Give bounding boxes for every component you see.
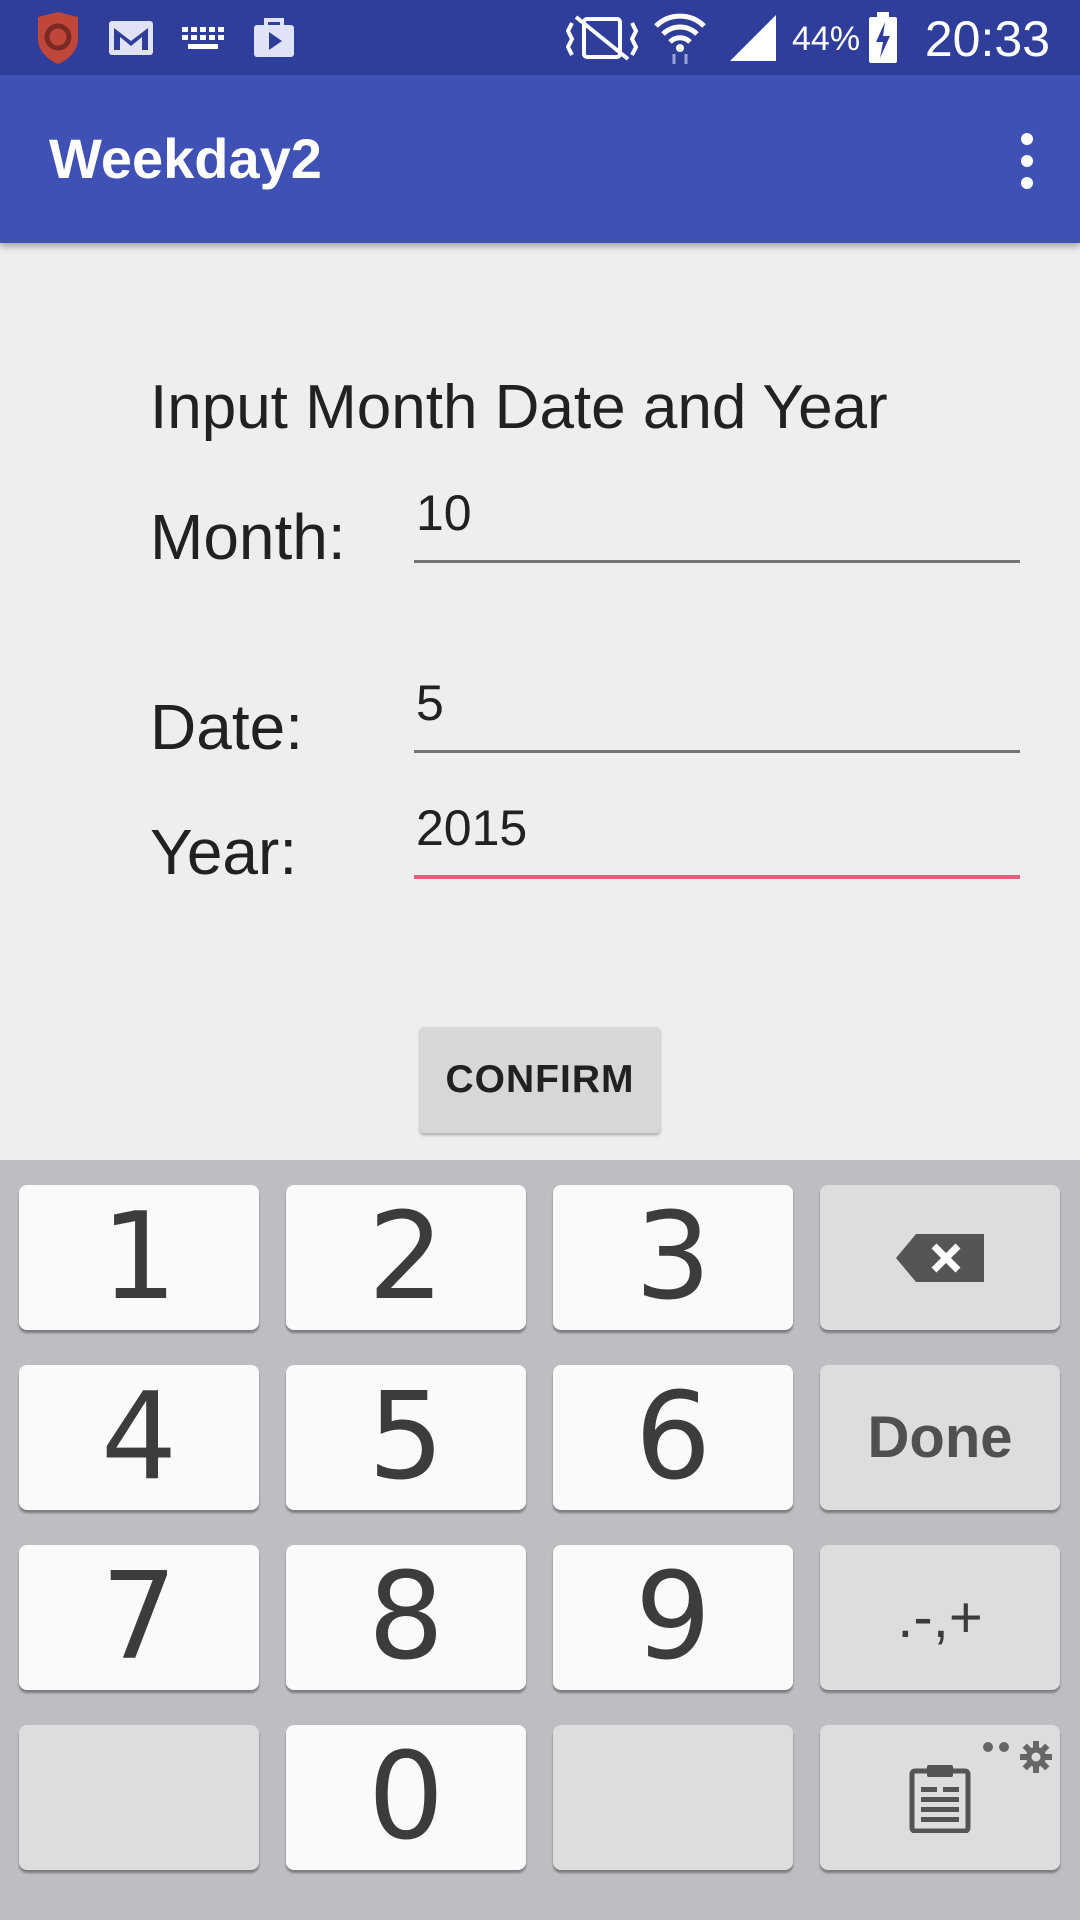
- clipboard-key[interactable]: [820, 1725, 1060, 1870]
- form-heading: Input Month Date and Year: [150, 373, 888, 442]
- settings-gear-icon: [983, 1741, 1052, 1773]
- keyboard-icon: [180, 0, 226, 75]
- overflow-menu-icon[interactable]: [1012, 133, 1042, 189]
- symbols-key[interactable]: .-,+: [820, 1545, 1060, 1690]
- date-label: Date:: [150, 691, 303, 763]
- date-value: 5: [416, 675, 444, 731]
- confirm-button[interactable]: CONFIRM: [420, 1027, 660, 1133]
- done-key[interactable]: Done: [820, 1365, 1060, 1510]
- clock: 20:33: [924, 11, 1050, 67]
- key-8[interactable]: 8: [286, 1545, 526, 1690]
- key-0[interactable]: 0: [286, 1725, 526, 1870]
- key-5[interactable]: 5: [286, 1365, 526, 1510]
- key-7[interactable]: 7: [19, 1545, 259, 1690]
- key-2[interactable]: 2: [286, 1185, 526, 1330]
- status-bar: 44% 20:33: [0, 0, 1080, 75]
- date-input[interactable]: 5: [414, 675, 1020, 753]
- key-6[interactable]: 6: [553, 1365, 793, 1510]
- year-input[interactable]: 2015: [414, 800, 1020, 879]
- numeric-keyboard: 1 2 3 4 5 6 Done 7 8 9 .-,+ 0: [0, 1160, 1080, 1920]
- backspace-key[interactable]: [820, 1185, 1060, 1330]
- clipboard-icon: [909, 1764, 971, 1833]
- signal-icon: [728, 0, 778, 75]
- backspace-icon: [896, 1233, 984, 1282]
- year-value: 2015: [416, 800, 528, 856]
- app-bar: Weekday2: [0, 75, 1080, 243]
- year-label: Year:: [150, 816, 298, 888]
- battery-charging-icon: [868, 0, 898, 75]
- app-title: Weekday2: [49, 127, 322, 190]
- month-input[interactable]: 10: [414, 485, 1020, 563]
- key-3[interactable]: 3: [553, 1185, 793, 1330]
- briefcase-icon: [252, 0, 296, 75]
- wifi-icon: [652, 0, 708, 75]
- month-value: 10: [416, 485, 472, 541]
- key-4[interactable]: 4: [19, 1365, 259, 1510]
- gmail-icon: [108, 0, 154, 75]
- key-1[interactable]: 1: [19, 1185, 259, 1330]
- month-label: Month:: [150, 501, 346, 573]
- key-9[interactable]: 9: [553, 1545, 793, 1690]
- battery-percent: 44%: [792, 20, 861, 58]
- blank-key-left[interactable]: [19, 1725, 259, 1870]
- blank-key-right[interactable]: [553, 1725, 793, 1870]
- shield-app-icon: [34, 0, 82, 75]
- vibrate-icon: [566, 0, 638, 75]
